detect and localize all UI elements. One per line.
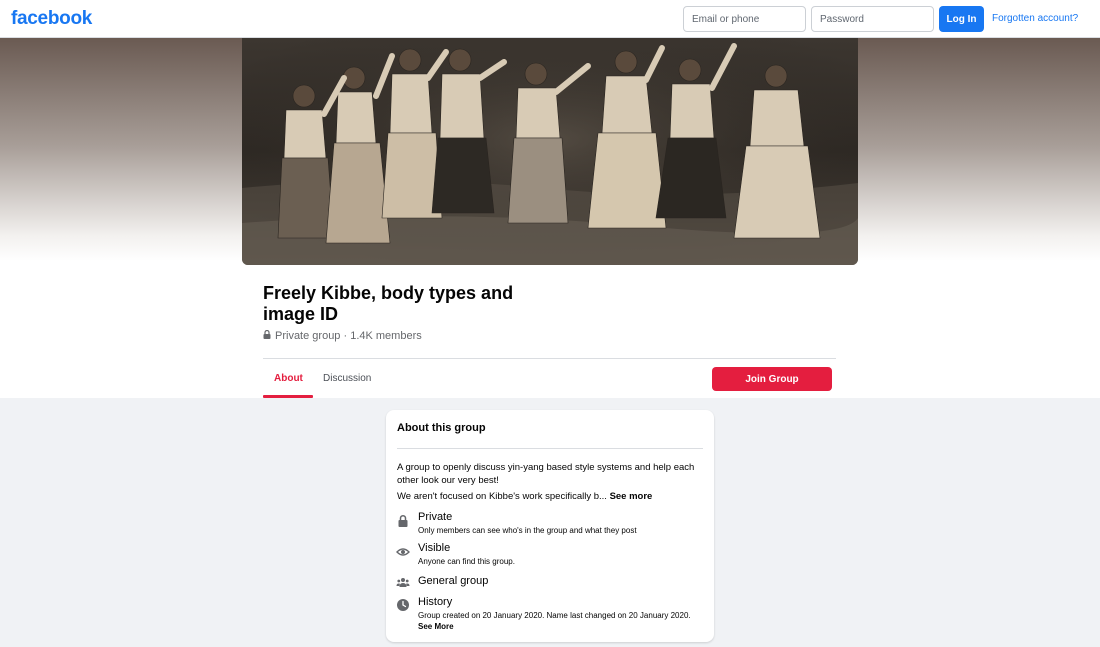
login-button[interactable]: Log In bbox=[939, 6, 984, 32]
forgotten-account-link[interactable]: Forgotten account? bbox=[992, 13, 1078, 24]
visible-description: Anyone can find this group. bbox=[418, 557, 515, 566]
tab-about[interactable]: About bbox=[274, 373, 303, 384]
history-text: Group created on 20 January 2020. Name l… bbox=[418, 611, 691, 620]
group-meta: Private group · 1.4K members bbox=[263, 329, 422, 342]
password-field[interactable] bbox=[811, 6, 934, 32]
header-divider bbox=[263, 358, 836, 359]
email-field[interactable] bbox=[683, 6, 806, 32]
about-group-card: About this group A group to openly discu… bbox=[386, 410, 714, 642]
eye-icon bbox=[396, 545, 410, 559]
private-description: Only members can see who's in the group … bbox=[418, 526, 637, 535]
lock-icon bbox=[396, 514, 410, 528]
card-title: About this group bbox=[397, 422, 486, 434]
see-more-link[interactable]: See more bbox=[610, 491, 653, 502]
group-description: A group to openly discuss yin-yang based… bbox=[397, 462, 695, 486]
people-icon bbox=[396, 575, 410, 589]
cover-photo[interactable] bbox=[242, 38, 858, 265]
tab-discussion[interactable]: Discussion bbox=[323, 373, 371, 384]
facebook-logo[interactable]: facebook bbox=[11, 8, 92, 30]
private-title: Private bbox=[418, 511, 453, 523]
history-title: History bbox=[418, 596, 453, 608]
top-navigation-bar: facebook Log In Forgotten account? bbox=[0, 0, 1100, 38]
lock-icon bbox=[263, 329, 271, 342]
description-text: We aren't focused on Kibbe's work specif… bbox=[397, 491, 607, 502]
group-privacy-and-members: Private group · 1.4K members bbox=[275, 330, 422, 342]
card-divider bbox=[397, 448, 703, 449]
history-description: Group created on 20 January 2020. Name l… bbox=[418, 610, 703, 632]
history-see-more-link[interactable]: See More bbox=[418, 622, 454, 631]
join-group-button[interactable]: Join Group bbox=[712, 367, 832, 391]
general-group-title: General group bbox=[418, 575, 489, 587]
cover-photo-image bbox=[242, 38, 858, 265]
page-title: Freely Kibbe, body types and image ID bbox=[263, 283, 514, 324]
group-description-truncated: We aren't focused on Kibbe's work specif… bbox=[397, 490, 697, 503]
visible-title: Visible bbox=[418, 542, 451, 554]
clock-icon bbox=[396, 598, 410, 612]
